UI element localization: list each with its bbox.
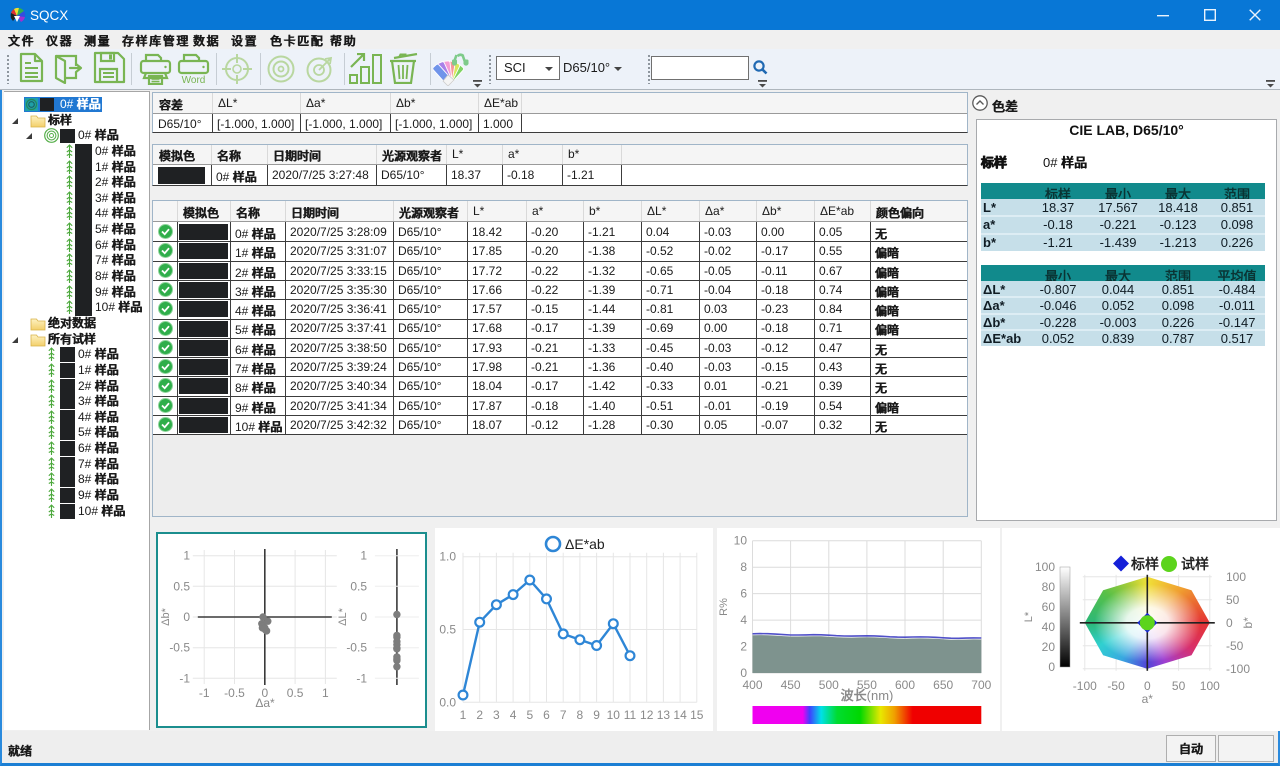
svg-text:Δb*: Δb*: [160, 607, 172, 625]
svg-text:400: 400: [742, 678, 762, 692]
svg-text:-0.5: -0.5: [346, 641, 367, 655]
svg-text:0.5: 0.5: [173, 579, 190, 593]
svg-text:-1: -1: [199, 686, 210, 700]
svg-text:ΔL*: ΔL*: [337, 607, 349, 625]
svg-text:0.5: 0.5: [350, 579, 367, 593]
svg-text:1: 1: [322, 686, 329, 700]
svg-text:50: 50: [1172, 679, 1186, 693]
svg-text:2: 2: [740, 640, 747, 654]
svg-text:3: 3: [493, 708, 500, 722]
svg-text:0.5: 0.5: [439, 623, 456, 637]
svg-text:650: 650: [933, 678, 953, 692]
svg-text:-0.5: -0.5: [169, 641, 190, 655]
svg-text:0: 0: [1226, 616, 1233, 630]
svg-text:5: 5: [526, 708, 533, 722]
svg-text:15: 15: [690, 708, 704, 722]
svg-text:11: 11: [624, 708, 637, 722]
svg-text:波长(nm): 波长(nm): [841, 688, 894, 703]
svg-text:1.0: 1.0: [439, 550, 456, 564]
svg-text:0: 0: [360, 610, 367, 624]
svg-text:450: 450: [781, 678, 801, 692]
svg-text:1: 1: [460, 708, 467, 722]
svg-text:1: 1: [183, 549, 190, 563]
svg-text:ΔE*ab: ΔE*ab: [565, 536, 605, 552]
svg-text:-50: -50: [1226, 639, 1244, 653]
svg-text:-0.5: -0.5: [224, 686, 245, 700]
svg-text:0.0: 0.0: [439, 695, 456, 709]
svg-text:-50: -50: [1107, 679, 1125, 693]
svg-text:b*: b*: [1241, 617, 1255, 629]
svg-text:-100: -100: [1226, 662, 1250, 676]
svg-text:-100: -100: [1073, 679, 1097, 693]
svg-text:10: 10: [607, 708, 621, 722]
svg-text:0: 0: [183, 610, 190, 624]
svg-text:10: 10: [734, 534, 748, 548]
svg-text:1: 1: [360, 549, 367, 563]
svg-text:13: 13: [657, 708, 671, 722]
svg-text:4: 4: [510, 708, 517, 722]
svg-text:700: 700: [971, 678, 991, 692]
svg-text:14: 14: [673, 708, 687, 722]
svg-text:-1: -1: [179, 671, 190, 685]
svg-text:7: 7: [560, 708, 567, 722]
svg-text:8: 8: [577, 708, 584, 722]
svg-text:6: 6: [543, 708, 550, 722]
svg-text:4: 4: [740, 613, 747, 627]
svg-text:0: 0: [1144, 679, 1151, 693]
svg-text:500: 500: [819, 678, 839, 692]
svg-text:a*: a*: [1142, 692, 1154, 706]
svg-text:R%: R%: [718, 598, 730, 616]
svg-text:12: 12: [640, 708, 654, 722]
svg-text:Δa*: Δa*: [255, 696, 275, 710]
svg-text:6: 6: [740, 587, 747, 601]
svg-text:100: 100: [1200, 679, 1220, 693]
svg-text:2: 2: [476, 708, 483, 722]
svg-text:600: 600: [895, 678, 915, 692]
svg-text:0.5: 0.5: [287, 686, 304, 700]
svg-text:8: 8: [740, 560, 747, 574]
svg-text:50: 50: [1226, 593, 1240, 607]
svg-text:100: 100: [1226, 570, 1246, 584]
svg-text:9: 9: [593, 708, 600, 722]
svg-text:-1: -1: [356, 671, 367, 685]
svg-text:Word: Word: [182, 75, 206, 85]
svg-text:0: 0: [740, 666, 747, 680]
